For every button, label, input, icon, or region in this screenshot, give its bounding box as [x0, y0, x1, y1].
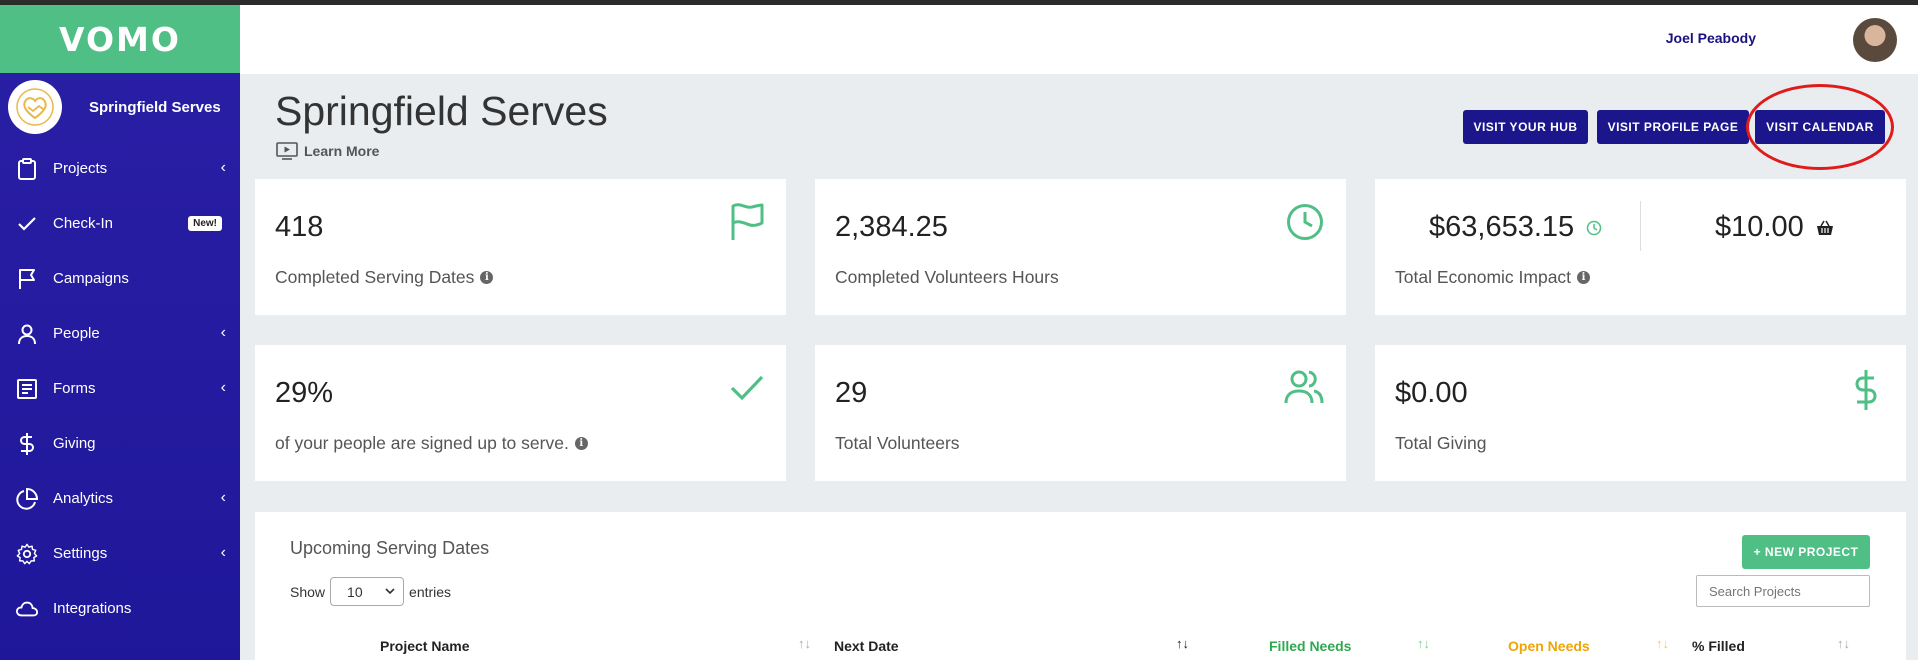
sort-icon[interactable]: ↑↓: [1837, 636, 1850, 651]
basket-icon: [1816, 220, 1833, 236]
stat-card-giving: $0.00 Total Giving: [1375, 345, 1906, 481]
entries-select[interactable]: 10: [330, 577, 405, 606]
learn-more-link[interactable]: Learn More: [276, 142, 379, 160]
stat-label: of your people are signed up to serve. i: [275, 433, 588, 454]
column-header-percent-filled[interactable]: % Filled: [1692, 638, 1745, 654]
stat-value: 29%: [275, 377, 334, 409]
sort-icon[interactable]: ↑↓: [1417, 636, 1430, 651]
stat-label: Completed Volunteers Hours: [835, 267, 1059, 287]
org-name: Springfield Serves: [89, 98, 221, 116]
dollar-icon: [1854, 369, 1878, 416]
divider: [1640, 201, 1641, 251]
sidebar-item-projects[interactable]: Projects ‹: [0, 141, 240, 196]
sidebar-item-integrations[interactable]: Integrations: [0, 581, 240, 636]
clock-icon: [1286, 203, 1324, 246]
stat-label: Total Economic Impact i: [1395, 267, 1591, 288]
chevron-left-icon: ‹: [220, 544, 226, 561]
gear-icon: [16, 543, 38, 565]
sidebar-item-analytics[interactable]: Analytics ‹: [0, 471, 240, 526]
sort-asc-icon[interactable]: ↑↓: [1176, 636, 1189, 651]
stat-card-volunteers: 29 Total Volunteers: [815, 345, 1346, 481]
user-icon: [16, 323, 38, 345]
stat-card-hours: 2,384.25 Completed Volunteers Hours: [815, 179, 1346, 315]
column-header-next-date[interactable]: Next Date: [834, 638, 899, 654]
new-badge: New!: [188, 216, 222, 231]
entries-control: Show 10 entries: [290, 577, 451, 606]
cloud-icon: [16, 598, 38, 620]
org-switcher[interactable]: Springfield Serves: [0, 73, 240, 141]
stat-label: Completed Serving Dates i: [275, 267, 494, 288]
visit-profile-page-button[interactable]: VISIT PROFILE PAGE: [1597, 110, 1749, 144]
users-icon: [1284, 369, 1324, 410]
stat-value-cost: $10.00: [1715, 211, 1834, 244]
top-header: Joel Peabody: [240, 5, 1918, 74]
user-name[interactable]: Joel Peabody: [1666, 30, 1756, 46]
upcoming-serving-dates-panel: Upcoming Serving Dates + NEW PROJECT Sho…: [255, 512, 1906, 660]
check-icon: [730, 375, 764, 406]
new-project-button[interactable]: + NEW PROJECT: [1742, 535, 1870, 569]
pie-chart-icon: [16, 487, 38, 510]
video-icon: [276, 142, 298, 160]
check-icon: [16, 213, 38, 235]
sidebar-item-settings[interactable]: Settings ‹: [0, 526, 240, 581]
sidebar-item-label: Projects: [53, 160, 108, 177]
stat-card-serving-dates: 418 Completed Serving Dates i: [255, 179, 786, 315]
dollar-icon: [16, 432, 38, 455]
stat-card-signed-up: 29% of your people are signed up to serv…: [255, 345, 786, 481]
sidebar-item-people[interactable]: People ‹: [0, 306, 240, 361]
sort-icon[interactable]: ↑↓: [1656, 636, 1669, 651]
chevron-left-icon: ‹: [220, 159, 226, 176]
sidebar-item-label: Giving: [53, 435, 96, 452]
stat-value: 29: [835, 377, 868, 409]
sidebar-item-label: Analytics: [53, 490, 114, 507]
panel-title: Upcoming Serving Dates: [290, 538, 490, 558]
sidebar-item-label: Forms: [53, 380, 96, 397]
info-icon[interactable]: i: [480, 271, 494, 284]
clipboard-icon: [16, 157, 38, 180]
page-title: Springfield Serves: [275, 88, 608, 134]
sidebar-item-label: Settings: [53, 545, 108, 562]
sidebar-item-forms[interactable]: Forms ‹: [0, 361, 240, 416]
form-icon: [16, 378, 38, 400]
handshake-heart-icon: [8, 80, 62, 134]
sidebar-item-label: Campaigns: [53, 270, 129, 287]
avatar[interactable]: [1853, 18, 1897, 62]
entries-value: 10: [347, 583, 363, 600]
sidebar-item-label: Integrations: [53, 600, 132, 617]
stat-value-impact: $63,653.15: [1429, 211, 1602, 244]
show-label: Show: [290, 583, 326, 600]
search-input[interactable]: [1696, 575, 1870, 607]
stat-card-economic-impact: $63,653.15 $10.00 Total Economic Impact i: [1375, 179, 1906, 315]
chevron-down-icon: [385, 588, 395, 595]
stat-label: Total Giving: [1395, 433, 1487, 453]
logo[interactable]: VOMO: [59, 20, 181, 59]
stat-label: Total Volunteers: [835, 433, 960, 453]
chevron-left-icon: ‹: [220, 379, 226, 396]
column-header-open-needs[interactable]: Open Needs: [1508, 638, 1590, 654]
sort-icon[interactable]: ↑↓: [798, 636, 811, 651]
flag-icon: [730, 203, 764, 246]
stat-value: $0.00: [1395, 377, 1468, 409]
chevron-left-icon: ‹: [220, 489, 226, 506]
stat-value: 2,384.25: [835, 211, 948, 243]
visit-calendar-button[interactable]: VISIT CALENDAR: [1755, 110, 1885, 144]
sidebar-item-giving[interactable]: Giving: [0, 416, 240, 471]
sidebar-item-check-in[interactable]: Check-In New!: [0, 196, 240, 251]
sidebar-item-label: People: [53, 325, 100, 342]
sidebar: VOMO Springfield Serves Projects ‹ Check…: [0, 5, 240, 660]
learn-more-label: Learn More: [304, 143, 380, 159]
column-header-filled-needs[interactable]: Filled Needs: [1269, 638, 1351, 654]
column-header-project-name[interactable]: Project Name: [380, 638, 469, 654]
sidebar-item-label: Check-In: [53, 215, 114, 232]
logo-bar[interactable]: VOMO: [0, 5, 240, 73]
visit-hub-button[interactable]: VISIT YOUR HUB: [1463, 110, 1588, 144]
sidebar-item-campaigns[interactable]: Campaigns: [0, 251, 240, 306]
entries-label: entries: [409, 583, 452, 600]
clock-icon: [1586, 221, 1602, 236]
info-icon[interactable]: i: [1577, 271, 1591, 284]
info-icon[interactable]: i: [574, 437, 588, 450]
stat-value: 418: [275, 211, 324, 243]
flag-icon: [16, 268, 38, 290]
chevron-left-icon: ‹: [220, 324, 226, 341]
